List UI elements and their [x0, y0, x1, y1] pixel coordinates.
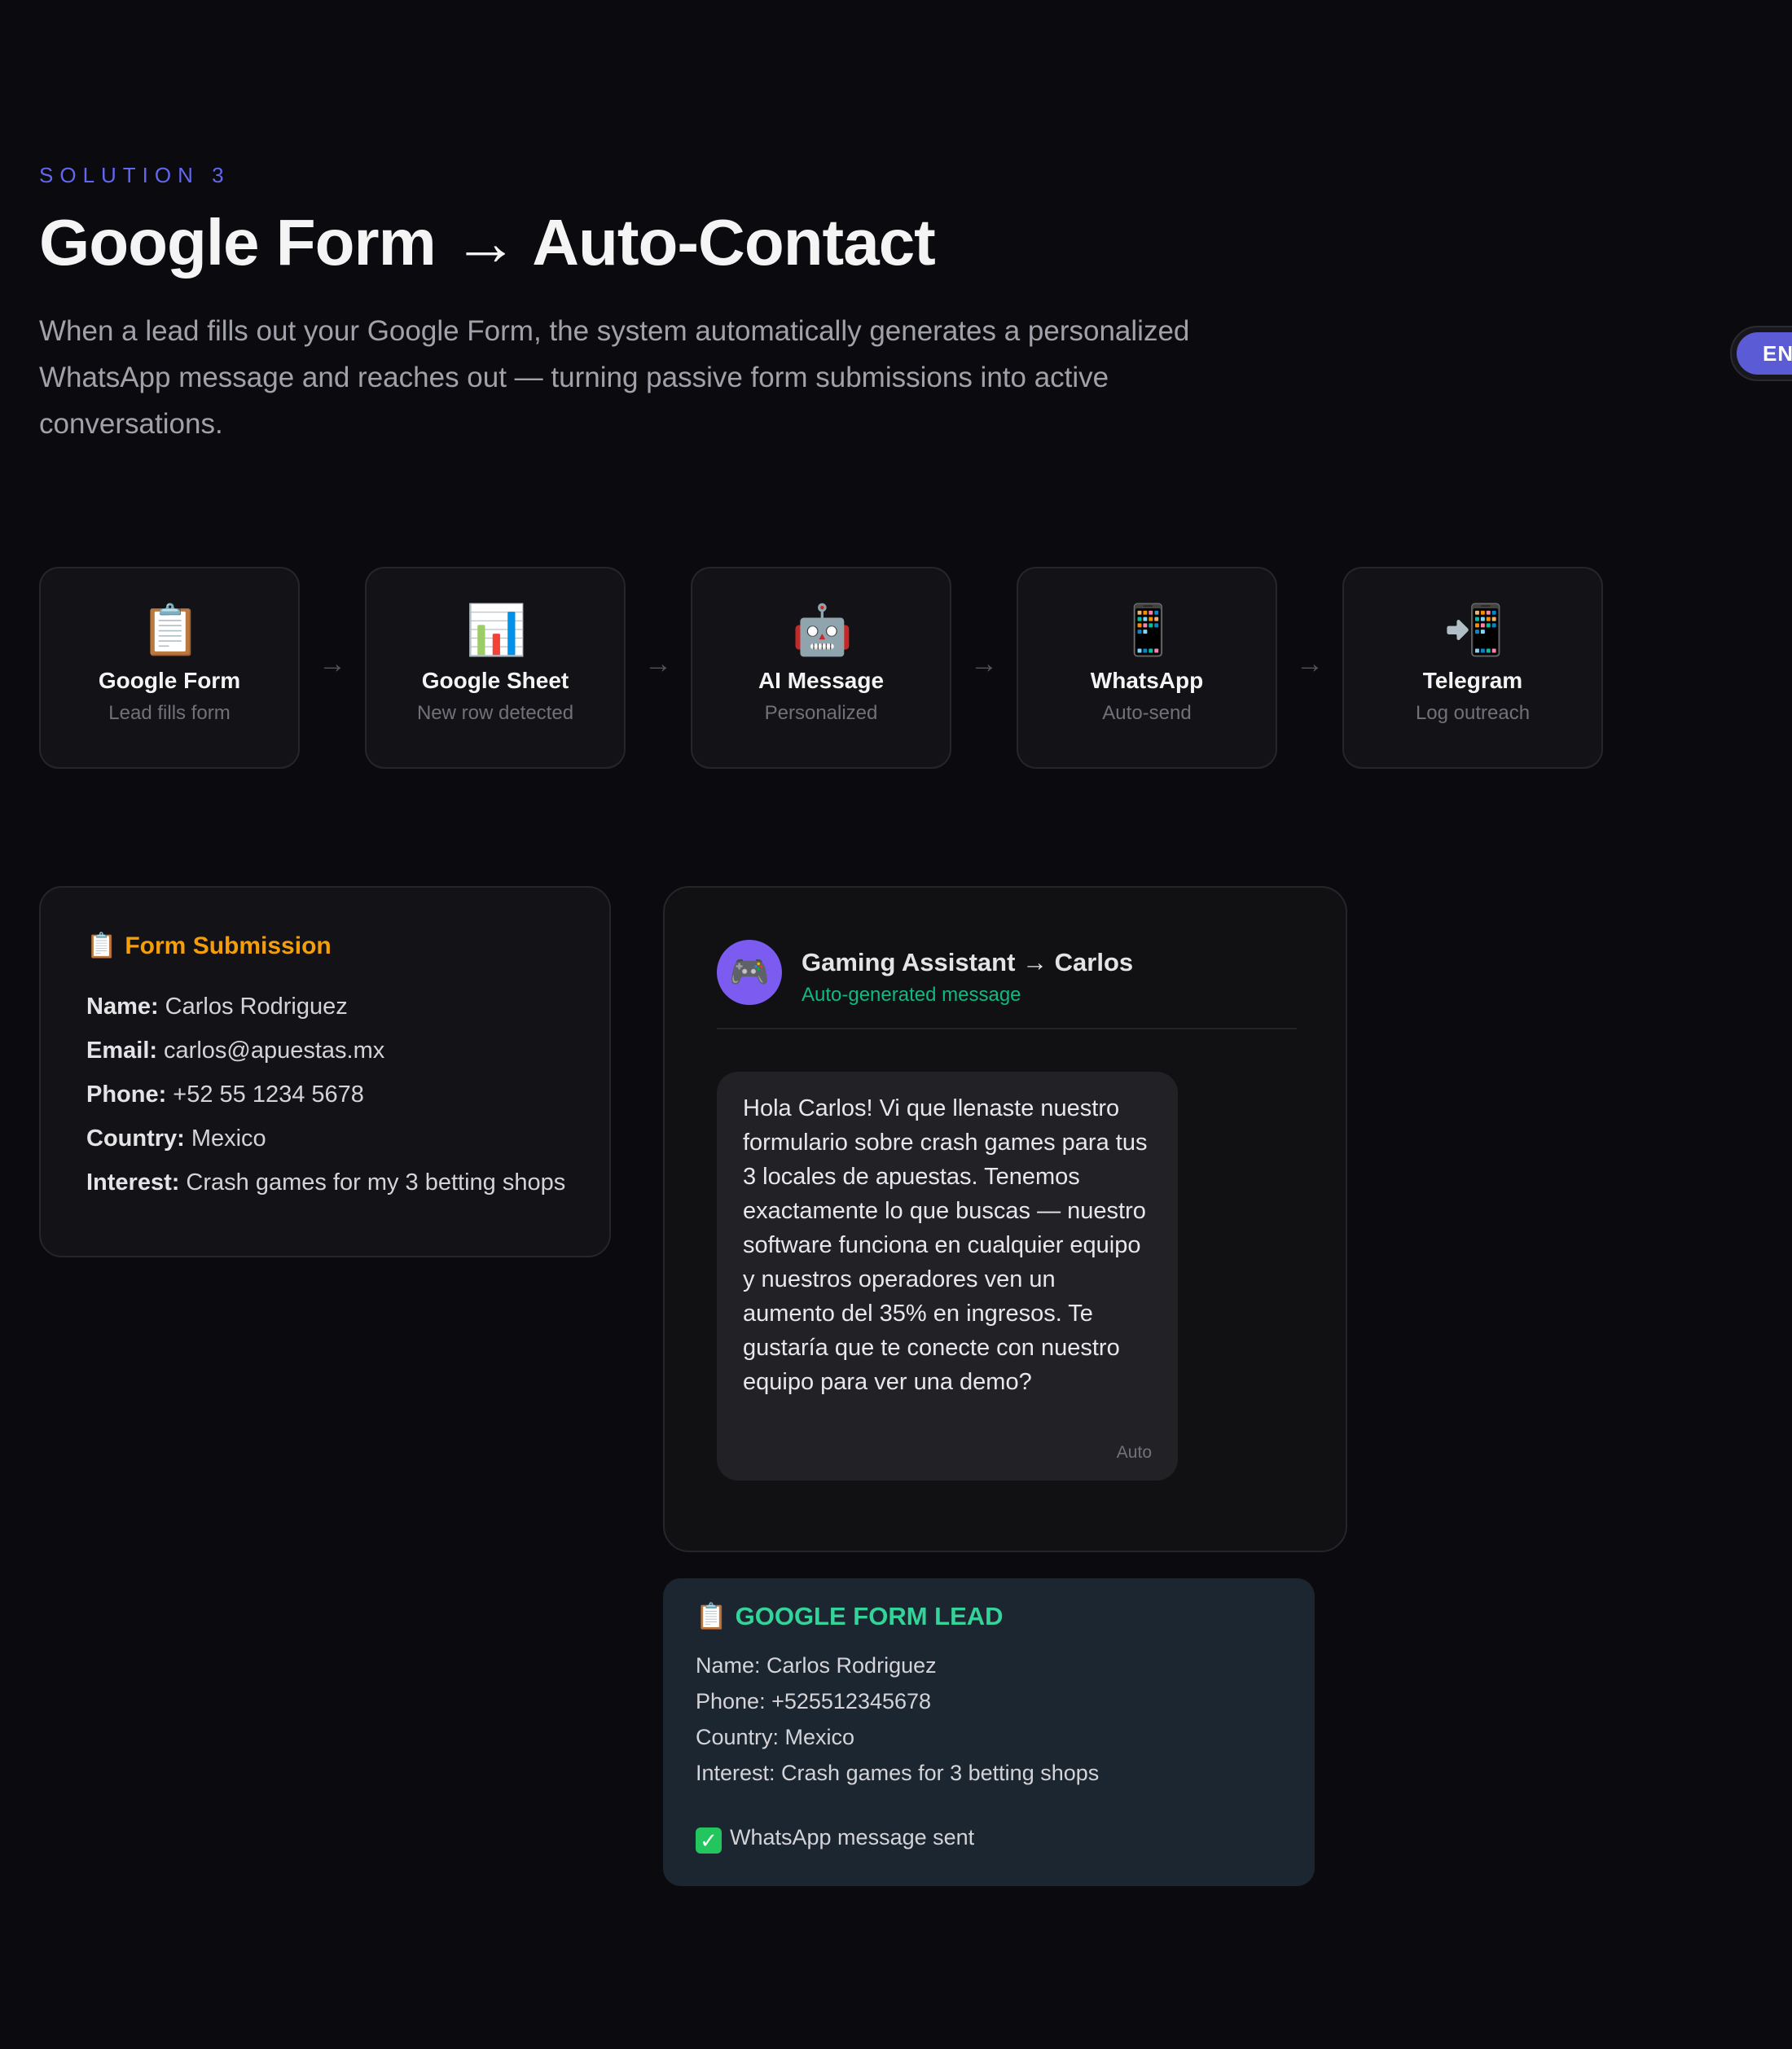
chat-status: Auto-generated message [802, 984, 1021, 1006]
flow-step-telegram: 📲 Telegram Log outreach [1342, 567, 1603, 769]
language-option-en[interactable]: EN [1737, 332, 1792, 375]
flow-arrow-icon: → [318, 648, 346, 679]
message-text: Hola Carlos! Vi que llenaste nuestro for… [743, 1095, 1148, 1395]
clipboard-icon: 📋 [140, 603, 201, 657]
form-submission-title: 📋 Form Submission [86, 932, 609, 960]
clipboard-icon: 📋 [86, 932, 117, 959]
flow-step-sub: New row detected [416, 702, 574, 724]
message-meta: Auto [1116, 1443, 1152, 1462]
form-field-value: Mexico [191, 1125, 266, 1152]
clipboard-icon: 📋 [696, 1602, 727, 1630]
form-field-key: Email: [86, 1038, 158, 1064]
flow-arrow-icon: → [644, 648, 672, 679]
flow-step-sub: Auto-send [1102, 702, 1192, 724]
form-field-key: Phone: [86, 1082, 167, 1108]
form-field-value: Carlos Rodriguez [165, 994, 348, 1020]
robot-icon: 🤖 [792, 603, 853, 657]
lead-log-title: 📋 GOOGLE FORM LEAD [696, 1601, 1315, 1631]
flow-step-label: Google Sheet [421, 668, 569, 693]
flow-arrow-icon: → [970, 648, 998, 679]
form-field-value: +52 55 1234 5678 [173, 1082, 364, 1108]
lead-log-line: Name: Carlos Rodriguez [696, 1653, 937, 1678]
chat-header: 🎮 Gaming Assistant → Carlos Auto-generat… [717, 940, 1297, 1029]
section-description: When a lead fills out your Google Form, … [39, 315, 1190, 440]
bar-chart-icon: 📊 [466, 603, 527, 657]
form-field-name: Name: Carlos Rodriguez [86, 985, 609, 1029]
flow-step-whatsapp: 📱 WhatsApp Auto-send [1017, 567, 1277, 769]
flow-step-google-sheet: 📊 Google Sheet New row detected [365, 567, 626, 769]
flow-step-label: WhatsApp [1090, 668, 1204, 693]
form-submission-card: 📋 Form Submission Name: Carlos Rodriguez E… [39, 886, 611, 1257]
page: SOLUTION 3 Google Form → Auto-Contact Wh… [0, 0, 1792, 2049]
check-mark-icon: ✓ [696, 1827, 722, 1854]
form-field-email: Email: carlos@apuestas.mx [86, 1029, 609, 1073]
flow-step-sub: Lead fills form [108, 702, 231, 724]
flow-step-label: Telegram [1422, 668, 1523, 693]
lead-log-line: Interest: Crash games for 3 betting shop… [696, 1761, 1100, 1785]
lead-log-status-text: WhatsApp message sent [730, 1825, 975, 1849]
form-field-value: Crash games for my 3 betting shops [186, 1169, 566, 1196]
mobile-arrow-icon: 📲 [1443, 603, 1504, 657]
chat-contact-name: Gaming Assistant → Carlos [802, 948, 1134, 976]
lead-log-line: Country: Mexico [696, 1725, 855, 1749]
flow-step-sub: Log outreach [1415, 702, 1531, 724]
game-controller-icon: 🎮 [717, 940, 782, 1005]
flow-step-ai-message: 🤖 AI Message Personalized [691, 567, 951, 769]
whatsapp-chat-preview: 🎮 Gaming Assistant → Carlos Auto-generat… [663, 886, 1347, 1552]
form-field-country: Country: Mexico [86, 1117, 609, 1161]
message-bubble: Hola Carlos! Vi que llenaste nuestro for… [717, 1072, 1178, 1481]
flow-arrow-icon: → [1296, 648, 1324, 679]
lead-log-status: ✓ WhatsApp message sent [696, 1825, 1315, 1854]
language-toggle[interactable]: EN [1730, 326, 1792, 381]
form-field-key: Name: [86, 994, 159, 1020]
page-title: Google Form → Auto-Contact [39, 206, 936, 279]
flow-step-label: Google Form [98, 668, 241, 693]
flow-step-google-form: 📋 Google Form Lead fills form [39, 567, 300, 769]
lead-log-line: Phone: +525512345678 [696, 1689, 932, 1713]
form-field-phone: Phone: +52 55 1234 5678 [86, 1073, 609, 1117]
flow-step-label: AI Message [758, 668, 885, 693]
lead-log-title-text: GOOGLE FORM LEAD [735, 1602, 1004, 1630]
form-field-value: carlos@apuestas.mx [164, 1038, 385, 1064]
mobile-phone-icon: 📱 [1118, 603, 1179, 657]
telegram-lead-log: 📋 GOOGLE FORM LEAD Name: Carlos Rodriguez… [663, 1578, 1315, 1886]
form-field-key: Interest: [86, 1169, 180, 1196]
form-field-key: Country: [86, 1125, 185, 1152]
flow-step-sub: Personalized [764, 702, 878, 724]
form-field-interest: Interest: Crash games for my 3 betting sh… [86, 1161, 609, 1204]
section-eyebrow: SOLUTION 3 [39, 163, 231, 187]
form-submission-title-text: Form Submission [125, 932, 332, 959]
